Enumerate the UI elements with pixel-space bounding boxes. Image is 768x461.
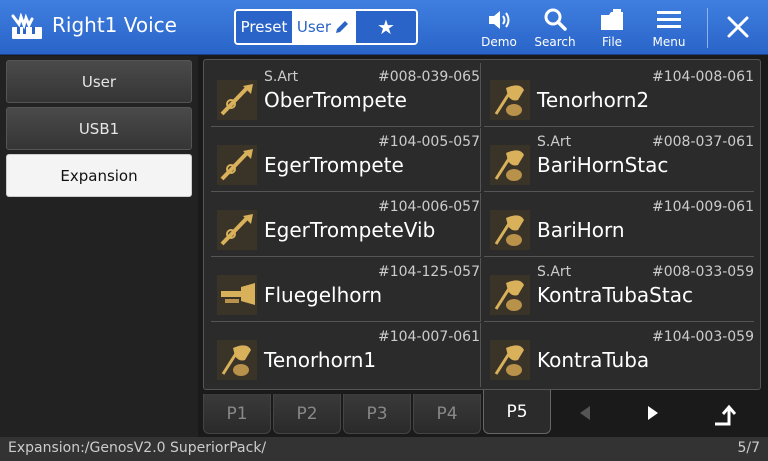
triangle-right-icon bbox=[648, 406, 658, 420]
sidebar-item-usb1[interactable]: USB1 bbox=[6, 107, 192, 150]
voice-name: Fluegelhorn bbox=[264, 283, 383, 307]
keyboard-hand-icon bbox=[11, 13, 42, 39]
page-indicator: 5/7 bbox=[737, 440, 760, 456]
voice-number: #104-005-057 bbox=[378, 134, 480, 150]
page-tab-p5[interactable]: P5 bbox=[483, 390, 551, 434]
folder-icon bbox=[601, 9, 623, 30]
voice-number: #104-125-057 bbox=[378, 264, 480, 280]
voice-item[interactable]: #104-125-057 Fluegelhorn bbox=[211, 258, 481, 322]
page-tab-p4[interactable]: P4 bbox=[413, 394, 481, 434]
articulation-tag: S.Art bbox=[264, 69, 299, 85]
hamburger-menu-icon bbox=[657, 11, 681, 28]
next-page-button[interactable] bbox=[633, 398, 673, 428]
voice-item[interactable]: #104-003-059 KontraTuba bbox=[484, 323, 754, 387]
voice-number: #008-033-059 bbox=[652, 264, 754, 280]
voice-name: Tenorhorn1 bbox=[264, 348, 377, 372]
voice-item[interactable]: S.Art #008-039-065 OberTrompete bbox=[211, 63, 481, 127]
triangle-left-icon bbox=[580, 406, 590, 420]
horn-icon bbox=[490, 80, 530, 120]
horn-icon bbox=[490, 145, 530, 185]
voice-item[interactable]: S.Art #008-033-059 KontraTubaStac bbox=[484, 258, 754, 322]
horn-icon bbox=[490, 210, 530, 250]
preset-tab[interactable]: Preset bbox=[236, 11, 294, 43]
voice-item[interactable]: #104-008-061 Tenorhorn2 bbox=[484, 63, 754, 127]
voice-name: EgerTrompeteVib bbox=[264, 218, 436, 242]
search-icon bbox=[544, 8, 567, 31]
user-tab[interactable]: User bbox=[294, 11, 356, 43]
voice-number: #104-008-061 bbox=[652, 69, 754, 85]
page-tab-p3[interactable]: P3 bbox=[343, 394, 411, 434]
header-divider bbox=[707, 8, 708, 48]
search-button[interactable]: Search bbox=[532, 6, 578, 52]
previous-page-button[interactable] bbox=[565, 398, 605, 428]
voice-item[interactable]: #104-006-057 EgerTrompeteVib bbox=[211, 193, 481, 257]
voice-item[interactable]: #104-009-061 BariHorn bbox=[484, 193, 754, 257]
up-arrow-icon bbox=[715, 404, 737, 426]
header-bar: Right1 Voice Preset User ★ Demo Search F… bbox=[0, 0, 768, 55]
current-path: Expansion:/GenosV2.0 SuperiorPack/ bbox=[8, 440, 267, 456]
page-title: Right1 Voice bbox=[52, 13, 177, 37]
page-selector: P1 P2 P3 P4 P5 bbox=[203, 390, 761, 437]
voice-item[interactable]: #104-007-061 Tenorhorn1 bbox=[211, 323, 481, 387]
page-tab-p1[interactable]: P1 bbox=[203, 394, 271, 434]
horn-icon bbox=[490, 340, 530, 380]
menu-button[interactable]: Menu bbox=[650, 6, 688, 52]
voice-number: #008-039-065 bbox=[378, 69, 480, 85]
voice-number: #104-009-061 bbox=[652, 199, 754, 215]
voice-item[interactable]: #104-005-057 EgerTrompete bbox=[211, 128, 481, 192]
voice-list: S.Art #008-039-065 OberTrompete #104-008… bbox=[203, 59, 761, 390]
user-tab-label: User bbox=[296, 18, 332, 36]
voice-number: #104-006-057 bbox=[378, 199, 480, 215]
voice-name: EgerTrompete bbox=[264, 153, 404, 177]
voice-name: BariHorn bbox=[537, 218, 625, 242]
voice-name: BariHornStac bbox=[537, 153, 669, 177]
voice-source-segmented-control: Preset User ★ bbox=[234, 9, 418, 45]
status-bar: Expansion:/GenosV2.0 SuperiorPack/ 5/7 bbox=[0, 437, 768, 461]
sidebar: User USB1 Expansion bbox=[0, 56, 198, 437]
voice-name: OberTrompete bbox=[264, 88, 407, 112]
voice-number: #008-037-061 bbox=[652, 134, 754, 150]
voice-item[interactable]: S.Art #008-037-061 BariHornStac bbox=[484, 128, 754, 192]
speaker-icon bbox=[489, 11, 510, 29]
demo-label: Demo bbox=[481, 35, 517, 49]
horn-icon bbox=[490, 275, 530, 315]
up-folder-button[interactable] bbox=[705, 398, 745, 428]
pencil-icon bbox=[336, 21, 349, 33]
file-button[interactable]: File bbox=[594, 6, 630, 52]
horn-icon bbox=[217, 340, 257, 380]
voice-number: #104-003-059 bbox=[652, 329, 754, 345]
search-label: Search bbox=[534, 35, 576, 49]
file-label: File bbox=[601, 35, 623, 49]
sidebar-item-user[interactable]: User bbox=[6, 60, 192, 103]
favorite-tab[interactable]: ★ bbox=[356, 11, 416, 43]
sidebar-item-expansion[interactable]: Expansion bbox=[6, 154, 192, 197]
trumpet-icon bbox=[217, 145, 257, 185]
menu-label: Menu bbox=[652, 35, 686, 49]
articulation-tag: S.Art bbox=[537, 264, 572, 280]
articulation-tag: S.Art bbox=[537, 134, 572, 150]
trumpet-icon bbox=[217, 80, 257, 120]
page-tab-p2[interactable]: P2 bbox=[273, 394, 341, 434]
close-icon[interactable] bbox=[718, 10, 758, 44]
voice-name: Tenorhorn2 bbox=[537, 88, 650, 112]
demo-button[interactable]: Demo bbox=[480, 6, 518, 52]
trumpet-icon bbox=[217, 210, 257, 250]
flugelhorn-icon bbox=[217, 275, 257, 315]
voice-number: #104-007-061 bbox=[378, 329, 480, 345]
voice-name: KontraTubaStac bbox=[537, 283, 693, 307]
voice-name: KontraTuba bbox=[537, 348, 650, 372]
